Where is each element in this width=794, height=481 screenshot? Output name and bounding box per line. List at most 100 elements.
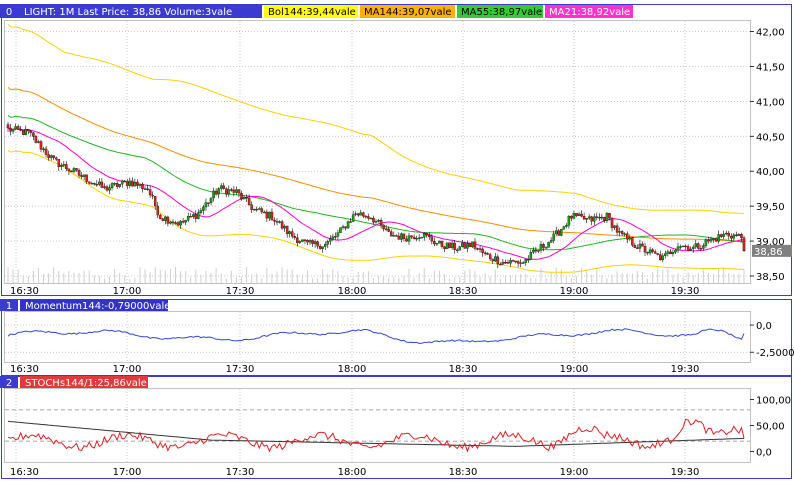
candle-body	[697, 243, 700, 249]
candle-body	[293, 236, 297, 238]
candle-body	[359, 212, 363, 216]
candle-body	[494, 256, 497, 262]
ma21-line	[7, 127, 745, 260]
last-price-label: 38,86	[754, 247, 783, 258]
candle-body	[32, 132, 35, 137]
bollinger-upper-line	[7, 24, 745, 214]
candle-body	[329, 238, 332, 242]
x-tick-label: 18:30	[449, 364, 478, 375]
candle-body	[242, 197, 246, 200]
candle-body	[699, 248, 703, 250]
candle-body	[585, 218, 588, 220]
candle-body	[303, 239, 307, 241]
candle-body	[219, 185, 223, 189]
x-tick-label: 18:30	[449, 467, 478, 478]
y-tick-label: 40,00	[756, 167, 785, 178]
candle-body	[684, 245, 687, 248]
candle-body	[704, 239, 708, 246]
candle-body	[255, 208, 258, 211]
stoch-header-title: STOCHs144/1:25,86vale	[25, 378, 147, 389]
candle-body	[613, 225, 616, 228]
candle-body	[126, 181, 129, 186]
x-tick-label: 19:30	[671, 286, 700, 297]
candle-body	[212, 190, 215, 199]
candle-body	[504, 261, 507, 264]
x-tick-label: 16:30	[10, 467, 39, 478]
candle-body	[511, 260, 515, 262]
indicator-tag-label: MA21:38,92vale	[549, 7, 630, 18]
candle-body	[285, 225, 289, 234]
candle-body	[184, 220, 187, 223]
candle-body	[488, 254, 492, 260]
candle-body	[11, 128, 15, 132]
candle-body	[194, 214, 198, 219]
candle-body	[103, 186, 106, 188]
candle-body	[712, 238, 715, 240]
candle-body	[577, 213, 581, 216]
x-tick-label: 17:00	[113, 364, 142, 375]
ma144-line	[7, 87, 745, 242]
ma55-line	[7, 114, 745, 251]
candle-body	[379, 220, 383, 226]
candle-body	[448, 242, 451, 248]
candle-body	[21, 129, 25, 135]
candle-body	[445, 242, 449, 250]
candle-body	[113, 183, 116, 185]
candle-body	[278, 221, 281, 223]
chart-canvas[interactable]: 42,0041,5041,0040,5040,0039,5039,0038,50…	[0, 0, 794, 481]
candle-body	[301, 239, 304, 242]
candle-body	[714, 238, 718, 242]
candle-body	[400, 233, 403, 240]
candle-body	[420, 237, 423, 239]
momentum-header-title: Momentum144:-0,79000vale	[25, 301, 170, 312]
candle-body	[70, 170, 73, 173]
candle-body	[275, 221, 279, 223]
candle-body	[651, 249, 654, 252]
stoch-panel-frame[interactable]	[1, 375, 792, 479]
candle-body	[16, 126, 20, 130]
candle-body	[245, 197, 248, 199]
candle-body	[516, 261, 520, 264]
candle-body	[80, 175, 83, 177]
candle-body	[410, 235, 413, 238]
candle-body	[227, 189, 231, 195]
candle-body	[542, 244, 545, 248]
candle-body	[247, 197, 251, 205]
candle-body	[735, 234, 738, 237]
candle-body	[19, 129, 22, 131]
candle-body	[222, 185, 225, 189]
candle-body	[727, 232, 731, 237]
candle-body	[143, 188, 147, 190]
candle-body	[156, 205, 159, 216]
candle-body	[67, 168, 71, 172]
candle-body	[159, 214, 162, 219]
x-tick-label: 18:30	[449, 286, 478, 297]
candle-body	[605, 213, 609, 221]
candle-body	[377, 220, 380, 222]
x-tick-label: 17:30	[226, 364, 255, 375]
candle-body	[230, 189, 233, 191]
y-tick-label: -2,50000	[756, 348, 794, 359]
candle-body	[44, 148, 48, 155]
x-tick-label: 18:00	[338, 467, 367, 478]
candle-body	[344, 226, 347, 229]
candle-body	[384, 228, 388, 231]
candle-body	[646, 251, 649, 254]
candle-body	[395, 235, 398, 237]
candle-body	[534, 249, 538, 252]
candle-body	[603, 216, 606, 221]
candle-body	[346, 221, 350, 229]
stoch-y-axis: 100,00 50,00 0,0	[750, 395, 791, 459]
candle-body	[633, 245, 637, 248]
momentum-line-group	[7, 328, 745, 344]
indicator-tag-label: MA144:39,07vale	[364, 7, 452, 18]
candle-body	[707, 239, 710, 242]
candle-body	[392, 235, 396, 237]
candle-body	[433, 241, 436, 245]
candle-body	[486, 253, 489, 255]
momentum-plot-area-border	[4, 311, 751, 363]
candle-body	[115, 183, 119, 187]
candle-body	[587, 216, 591, 219]
candle-body	[658, 254, 662, 261]
candle-body	[481, 248, 484, 253]
